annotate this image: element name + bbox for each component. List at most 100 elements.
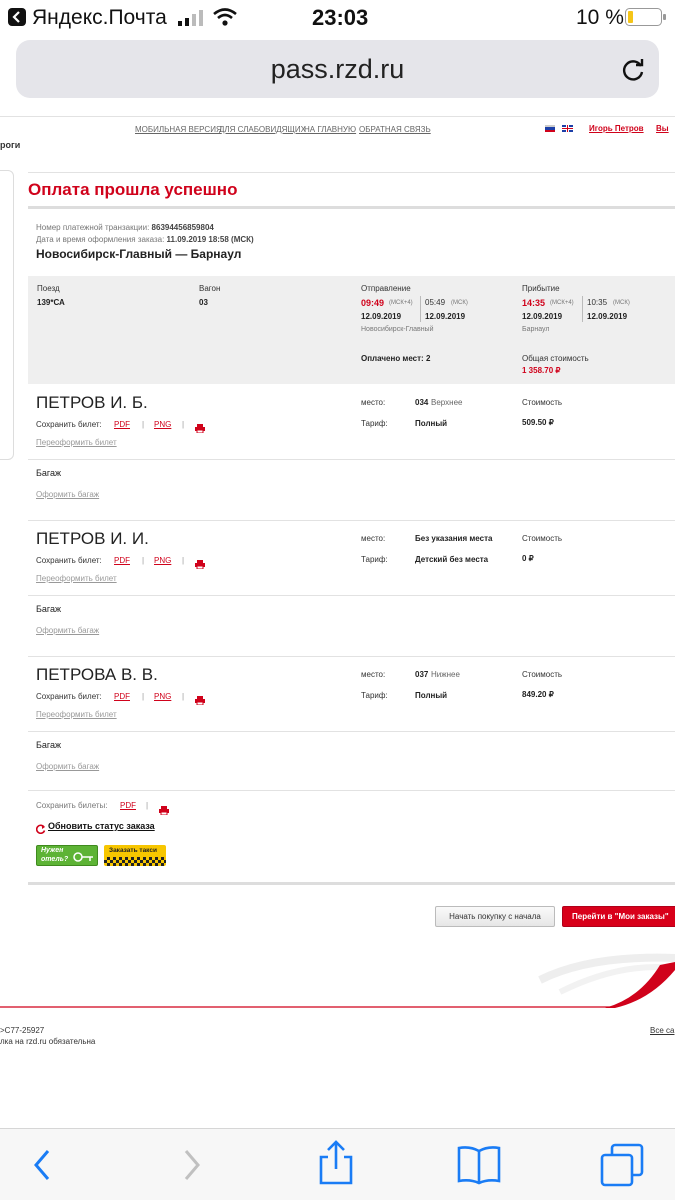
cost-value: 509.50 ₽ <box>522 418 554 427</box>
title-underline <box>28 206 675 209</box>
back-icon[interactable] <box>28 1147 58 1183</box>
passenger-name: ПЕТРОВ И. И. <box>36 529 149 548</box>
separator: | <box>182 692 185 701</box>
baggage-link[interactable]: Оформить багаж <box>36 762 99 771</box>
page-title: Оплата прошла успешно <box>28 180 238 199</box>
baggage-link[interactable]: Оформить багаж <box>36 626 99 635</box>
departure-tz: (МСК+4) <box>389 300 413 306</box>
address-bar[interactable]: pass.rzd.ru <box>16 40 659 98</box>
png-link[interactable]: PNG <box>154 556 171 565</box>
link-mobile-version[interactable]: МОБИЛЬНАЯ ВЕРСИЯ <box>135 125 222 134</box>
cost-label: Стоимость <box>522 534 563 543</box>
back-to-app-icon[interactable] <box>8 8 26 26</box>
baggage-label: Багаж <box>36 468 62 478</box>
pdf-link[interactable]: PDF <box>114 420 130 429</box>
taxi-banner-text: Заказать такси <box>109 847 157 854</box>
total-cost: 1 358.70 ₽ <box>522 366 561 375</box>
seat-label: место: <box>361 534 386 543</box>
departure-msk-tz: (МСК) <box>451 300 468 306</box>
reissue-ticket-link[interactable]: Переоформить билет <box>36 574 117 583</box>
seat-label: место: <box>361 398 386 407</box>
all-sites-link[interactable]: Все са <box>650 1026 674 1035</box>
carrier-label[interactable]: Яндекс.Почта <box>32 6 167 30</box>
link-feedback[interactable]: ОБРАТНАЯ СВЯЗЬ <box>359 125 431 134</box>
car-label: Вагон <box>199 284 221 293</box>
key-icon <box>73 850 95 862</box>
user-suffix-link[interactable]: Вы <box>656 124 669 133</box>
passenger-divider <box>28 790 675 791</box>
departure-divider <box>420 296 421 322</box>
route-title: Новосибирск-Главный — Барнаул <box>36 247 242 261</box>
tariff-label: Тариф: <box>361 419 388 428</box>
address-url[interactable]: pass.rzd.ru <box>16 54 659 85</box>
car-number: 03 <box>199 298 208 307</box>
battery-icon <box>625 8 667 26</box>
user-name-link[interactable]: Игорь Петров <box>589 124 644 133</box>
link-low-vision[interactable]: ДЛЯ СЛАБОВИДЯЩИХ <box>219 125 306 134</box>
content-divider <box>28 172 675 173</box>
departure-label: Отправление <box>361 284 411 293</box>
flag-ru-icon[interactable] <box>545 125 555 132</box>
footer-swoosh <box>0 950 675 1010</box>
cost-label: Стоимость <box>522 398 563 407</box>
separator: | <box>142 420 145 429</box>
tariff-value: Полный <box>415 691 448 700</box>
transaction-row: Номер платежной транзакции: 863944568598… <box>36 223 214 232</box>
hotel-banner-text-1: Нужен <box>41 847 64 854</box>
png-link[interactable]: PNG <box>154 692 171 701</box>
my-orders-button[interactable]: Перейти в "Мои заказы" <box>562 906 675 927</box>
pdf-link[interactable]: PDF <box>114 692 130 701</box>
share-icon[interactable] <box>318 1139 354 1185</box>
trip-info-box <box>28 276 675 384</box>
passenger-divider <box>28 520 675 521</box>
passenger-divider <box>28 656 675 657</box>
print-icon[interactable] <box>195 420 205 434</box>
seat-type: Верхнее <box>431 398 463 407</box>
clock: 23:03 <box>312 5 369 30</box>
arrival-divider <box>582 296 583 322</box>
flag-en-icon[interactable] <box>562 125 573 132</box>
refresh-icon[interactable] <box>35 821 46 835</box>
reissue-ticket-link[interactable]: Переоформить билет <box>36 438 117 447</box>
forward-icon[interactable] <box>178 1147 208 1183</box>
seat-number: 034 <box>415 398 429 407</box>
png-link[interactable]: PNG <box>154 420 171 429</box>
print-icon[interactable] <box>195 556 205 570</box>
taxi-banner[interactable]: Заказать такси <box>104 845 166 866</box>
tabs-icon[interactable] <box>600 1143 644 1187</box>
reload-icon[interactable] <box>618 54 648 84</box>
order-date-row: Дата и время оформления заказа: 11.09.20… <box>36 235 254 244</box>
link-home[interactable]: НА ГЛАВНУЮ <box>304 125 356 134</box>
separator: | <box>182 420 185 429</box>
reissue-ticket-link[interactable]: Переоформить билет <box>36 710 117 719</box>
order-date-label: Дата и время оформления заказа: <box>36 235 165 244</box>
tariff-label: Тариф: <box>361 555 388 564</box>
save-all-pdf-link[interactable]: PDF <box>120 801 136 810</box>
logo-fragment[interactable]: роги <box>0 140 20 150</box>
row-divider <box>28 459 675 460</box>
refresh-status-link[interactable]: Обновить статус заказа <box>48 821 155 831</box>
content-bottom-border <box>28 882 675 885</box>
total-label: Общая стоимость <box>522 354 589 363</box>
bookmarks-icon[interactable] <box>456 1145 502 1185</box>
checker-pattern <box>104 857 166 866</box>
train-number: 139*СА <box>37 298 65 307</box>
print-all-icon[interactable] <box>159 802 169 816</box>
row-divider <box>28 595 675 596</box>
tariff-value: Полный <box>415 419 448 428</box>
paid-seats: Оплачено мест: 2 <box>361 354 431 363</box>
pdf-link[interactable]: PDF <box>114 556 130 565</box>
passenger-name: ПЕТРОВА В. В. <box>36 665 158 684</box>
restart-purchase-button[interactable]: Начать покупку с начала <box>435 906 555 927</box>
arrival-msk-tz: (МСК) <box>613 300 630 306</box>
order-date: 11.09.2019 18:58 (МСК) <box>166 235 254 244</box>
tariff-label: Тариф: <box>361 691 388 700</box>
seat-number: 037 <box>415 670 429 679</box>
baggage-link[interactable]: Оформить багаж <box>36 490 99 499</box>
battery-percent: 10 % <box>576 6 624 29</box>
separator: | <box>146 801 149 810</box>
hotel-banner-text-2: отель? <box>41 856 69 863</box>
print-icon[interactable] <box>195 692 205 706</box>
hotel-banner[interactable]: Нужен отель? <box>36 845 98 866</box>
transaction-label: Номер платежной транзакции: <box>36 223 150 232</box>
